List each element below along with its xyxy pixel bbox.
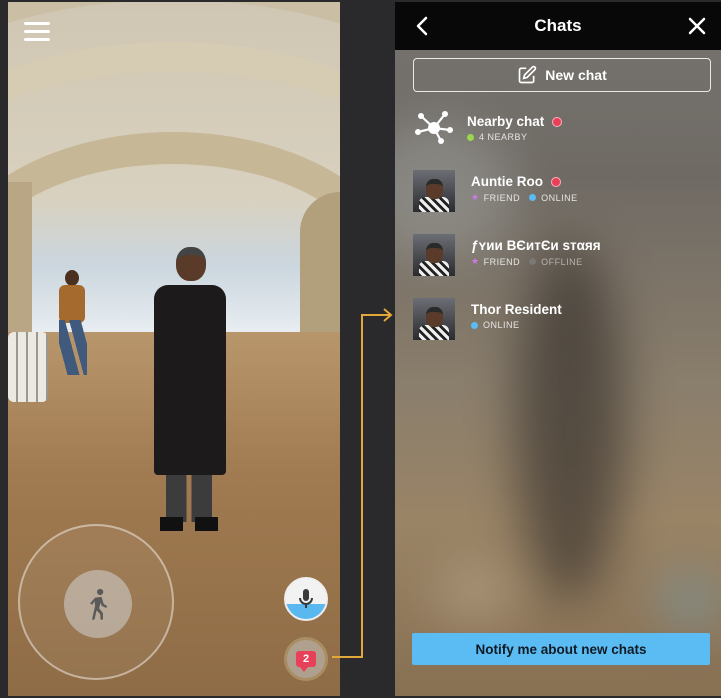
microphone-icon [299,589,313,608]
chat-item-thor-resident[interactable]: Thor Resident ONLINE [395,292,721,356]
nearby-count: 4 NEARBY [479,132,528,142]
status-text: ONLINE [483,320,520,330]
hamburger-menu-icon[interactable] [24,22,50,44]
unread-indicator [552,116,563,127]
walk-icon[interactable] [64,570,132,638]
chat-item-auntie-roo[interactable]: Auntie Roo ★ FRIEND ONLINE [395,164,721,228]
friend-star-icon: ★ [471,192,480,202]
chat-count-badge: 2 [296,651,316,672]
blurred-background [660,572,720,632]
chat-item-fancy-name[interactable]: ƒʏии BЄитЄи ѕтαяя ★ FRIEND OFFLINE [395,228,721,292]
player-avatar[interactable] [138,247,238,537]
bench [8,332,48,402]
chat-name: Thor Resident [471,302,562,317]
new-chat-label: New chat [545,67,607,83]
blurred-background [435,562,515,622]
page-title: Chats [534,16,582,35]
connector-arrow [332,308,393,658]
avatar [413,298,455,340]
back-chevron-icon[interactable] [411,14,435,38]
movement-joystick[interactable] [18,524,174,680]
status-dot [529,194,537,201]
chat-list: Nearby chat 4 NEARBY Auntie Roo ★ FRIEND… [395,100,721,356]
new-chat-button[interactable]: New chat [413,58,711,92]
status-dot [467,133,474,141]
world-view[interactable]: 2 [8,2,340,696]
status-dot [529,258,537,265]
chat-name: Auntie Roo [471,174,543,189]
friend-star-icon: ★ [471,256,480,266]
chat-item-nearby[interactable]: Nearby chat 4 NEARBY [395,100,721,164]
status-dot [471,321,478,329]
friend-tag: FRIEND [483,256,521,267]
chats-panel: Chats New chat Nearby chat 4 NEARBY Aunt… [395,2,721,696]
friend-tag: FRIEND [483,192,521,203]
nearby-network-icon [415,111,453,144]
status-text: OFFLINE [541,256,583,267]
chats-header: Chats [395,2,721,50]
other-avatar[interactable] [53,270,98,380]
chat-name: Nearby chat [467,114,545,129]
avatar [413,234,455,276]
avatar [413,170,455,212]
unread-indicator [551,176,561,187]
chat-name: ƒʏии BЄитЄи ѕтαяя [471,238,601,253]
notify-new-chats-button[interactable]: Notify me about new chats [412,633,710,665]
status-text: ONLINE [541,192,578,203]
compose-icon [518,65,537,84]
close-icon[interactable] [685,14,709,38]
